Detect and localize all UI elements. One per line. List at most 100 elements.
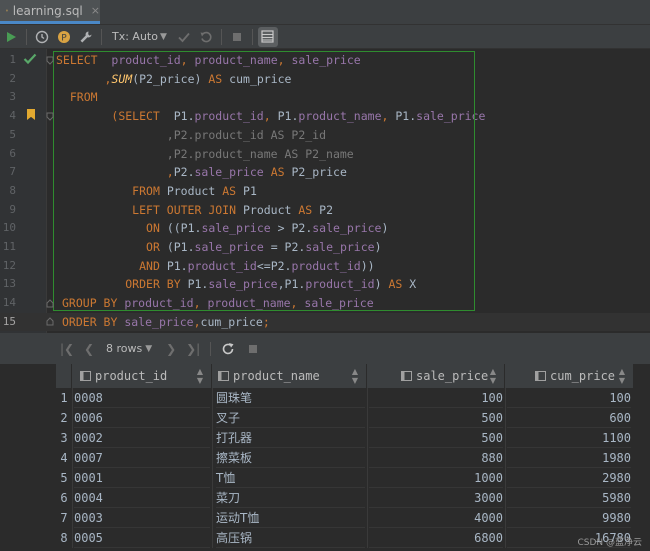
table-cell[interactable]: 100 <box>369 388 503 408</box>
table-cell[interactable]: 菜刀 <box>216 488 365 508</box>
table-cell[interactable]: 880 <box>369 448 503 468</box>
code-line: 12 AND P1.product_id<=P2.product_id)) <box>0 257 650 276</box>
table-cell[interactable]: T恤 <box>216 468 365 488</box>
table-row[interactable]: 1 0008 圆珠笔 100 100 <box>56 388 634 408</box>
explain-plan-button[interactable]: P <box>53 26 75 48</box>
table-cell[interactable]: 擦菜板 <box>216 448 365 468</box>
column-header-sale-price[interactable]: sale_price ▲ ▼ <box>367 364 505 388</box>
first-page-icon[interactable]: |❮ <box>56 342 78 356</box>
table-cell[interactable]: 0006 <box>74 408 210 428</box>
table-cell[interactable]: 0005 <box>74 528 210 548</box>
table-cell[interactable]: 运动T恤 <box>216 508 365 528</box>
clock-icon <box>35 30 49 43</box>
table-cell[interactable]: 0001 <box>74 468 210 488</box>
table-cell[interactable]: 2980 <box>507 468 631 488</box>
table-cell[interactable]: 5980 <box>507 488 631 508</box>
table-cell[interactable]: 9980 <box>507 508 631 528</box>
table-cell[interactable]: 0007 <box>74 448 210 468</box>
chevron-down-icon[interactable]: ▼ <box>160 32 167 42</box>
next-page-icon[interactable]: ❯ <box>160 342 182 356</box>
code-token: product_id <box>305 277 375 292</box>
row-number: 2 <box>60 411 68 425</box>
fold-icon[interactable] <box>46 317 54 326</box>
checkmark-icon <box>178 32 190 42</box>
stop-button[interactable] <box>226 26 248 48</box>
table-cell[interactable]: 圆珠笔 <box>216 388 365 408</box>
rollback-button[interactable] <box>195 26 217 48</box>
output-view-button[interactable] <box>257 26 279 48</box>
line-number: 7 <box>9 165 16 179</box>
table-cell[interactable]: 0003 <box>74 508 210 528</box>
code-token: product_name <box>194 53 278 67</box>
code-token: AS <box>208 71 223 86</box>
fold-icon[interactable] <box>46 299 54 308</box>
table-cell[interactable]: 6800 <box>369 528 503 548</box>
settings-button[interactable] <box>75 26 97 48</box>
sort-icon[interactable]: ▲ ▼ <box>619 367 625 385</box>
line-number: 10 <box>2 221 16 235</box>
row-count-select[interactable]: 8 rows <box>106 342 142 355</box>
column-icon <box>80 371 91 381</box>
table-cell[interactable]: 0002 <box>74 428 210 448</box>
table-cell[interactable]: 4000 <box>369 508 503 528</box>
sort-icon[interactable]: ▲ ▼ <box>197 367 203 385</box>
checkmark-icon <box>23 53 37 65</box>
execute-button[interactable] <box>0 26 22 48</box>
code-token: sale_price <box>194 240 264 254</box>
code-token: P2. <box>173 165 195 180</box>
table-cell[interactable]: 3000 <box>369 488 503 508</box>
table-cell[interactable]: 600 <box>507 408 631 428</box>
code-token: P1. <box>395 109 417 124</box>
table-cell[interactable]: 1000 <box>369 468 503 488</box>
row-number: 1 <box>60 391 68 405</box>
stop-icon[interactable] <box>247 343 259 355</box>
transaction-mode-select[interactable]: Tx: Auto <box>112 30 158 43</box>
table-row[interactable]: 8 0005 高压锅 6800 16780 <box>56 528 634 548</box>
tab-learning-sql[interactable]: learning.sql × <box>0 0 100 24</box>
sort-icon[interactable]: ▲ ▼ <box>352 367 358 385</box>
table-row[interactable]: 4 0007 擦菜板 880 1980 <box>56 448 634 468</box>
last-page-icon[interactable]: ❯| <box>182 342 204 356</box>
history-button[interactable] <box>31 26 53 48</box>
svg-text:P: P <box>61 33 67 43</box>
table-row[interactable]: 2 0006 叉子 500 600 <box>56 408 634 428</box>
table-cell[interactable]: 100 <box>507 388 631 408</box>
table-cell[interactable]: 叉子 <box>216 408 365 428</box>
column-header-cum-price[interactable]: cum_price ▲ ▼ <box>505 364 634 388</box>
close-icon[interactable]: × <box>91 4 100 17</box>
sort-icon[interactable]: ▲ ▼ <box>490 367 496 385</box>
code-token: P1 <box>243 183 257 198</box>
line-number: 9 <box>9 202 16 216</box>
commit-button[interactable] <box>173 26 195 48</box>
table-row[interactable]: 7 0003 运动T恤 4000 9980 <box>56 508 634 528</box>
fold-icon[interactable] <box>46 112 54 121</box>
tab-label: learning.sql <box>12 3 83 18</box>
code-token: AS <box>388 277 403 292</box>
column-header-product-name[interactable]: product_name ▲ ▼ <box>212 364 367 388</box>
table-cell[interactable]: 打孔器 <box>216 428 365 448</box>
table-row[interactable]: 5 0001 T恤 1000 2980 <box>56 468 634 488</box>
code-line: 5 ,P2.product_id AS P2_id <box>0 126 650 145</box>
refresh-icon[interactable] <box>221 342 235 356</box>
table-row[interactable]: 6 0004 菜刀 3000 5980 <box>56 488 634 508</box>
code-token: (P2_price) <box>132 71 202 86</box>
code-token: product_name <box>207 296 291 311</box>
fold-icon[interactable] <box>46 56 54 65</box>
table-cell[interactable]: 0008 <box>74 388 210 408</box>
chevron-down-icon[interactable]: ▼ <box>145 344 152 354</box>
table-cell[interactable]: 500 <box>369 408 503 428</box>
code-line: 10 ON ((P1.sale_price > P2.sale_price) <box>0 219 650 238</box>
editor-tab-bar: learning.sql × <box>0 0 650 25</box>
sql-editor[interactable]: 1 SELECT product_id, product_name, sale_… <box>0 49 650 333</box>
previous-page-icon[interactable]: ❮ <box>78 342 100 356</box>
table-cell[interactable]: 1100 <box>507 428 631 448</box>
table-cell[interactable]: 0004 <box>74 488 210 508</box>
table-cell[interactable]: 1980 <box>507 448 631 468</box>
column-header-product-id[interactable]: product_id ▲ ▼ <box>72 364 212 388</box>
code-token: P1. <box>166 258 188 273</box>
table-row[interactable]: 3 0002 打孔器 500 1100 <box>56 428 634 448</box>
table-cell[interactable]: 高压锅 <box>216 528 365 548</box>
code-token: P1. <box>173 109 195 124</box>
code-token: product_id <box>291 258 361 273</box>
table-cell[interactable]: 500 <box>369 428 503 448</box>
